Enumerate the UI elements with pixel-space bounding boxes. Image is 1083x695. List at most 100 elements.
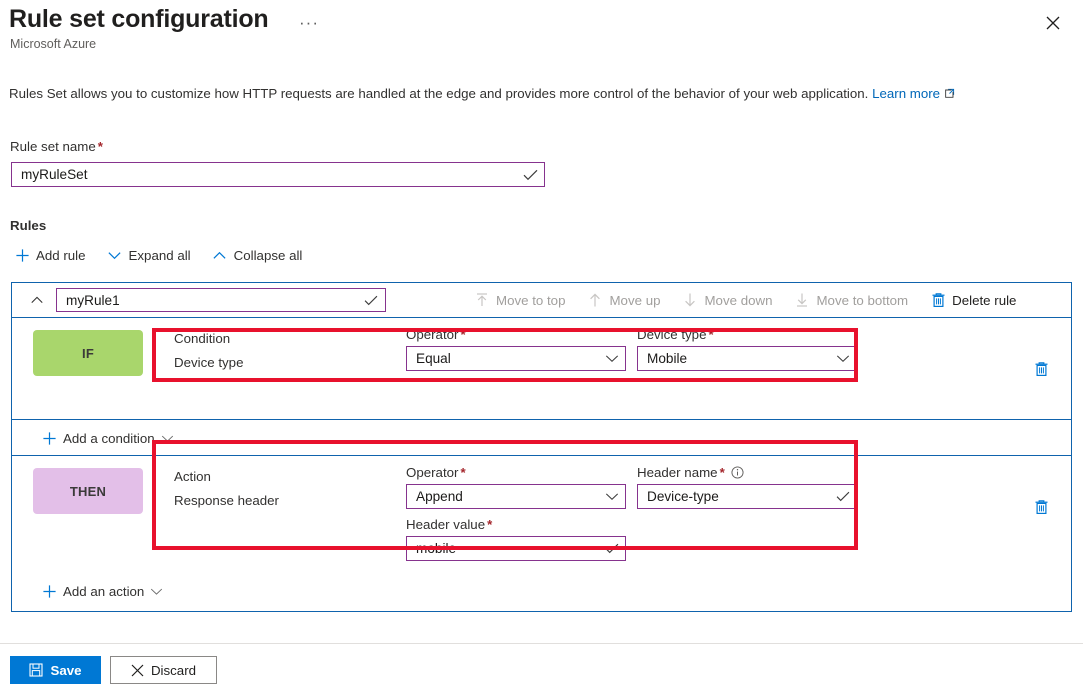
more-options-icon[interactable]: ···: [297, 14, 321, 36]
add-rule-label: Add rule: [36, 248, 86, 263]
rules-command-bar: Add rule Expand all Collapse all: [11, 242, 320, 268]
action-operator-select[interactable]: Append: [406, 484, 626, 509]
action-header-value-field: Header value* mobile: [406, 517, 626, 561]
chevron-up-icon: [209, 249, 231, 262]
required-asterisk: *: [460, 327, 465, 342]
rule-collapse-chevron-up-icon[interactable]: [24, 288, 50, 312]
move-to-top-icon: [472, 292, 492, 308]
condition-operator-select[interactable]: Equal: [406, 346, 626, 371]
action-operator-value: Append: [407, 489, 599, 504]
required-asterisk: *: [487, 517, 492, 532]
condition-row: IF Condition Device type Operator* Equal…: [12, 318, 1071, 420]
move-to-bottom-button[interactable]: Move to bottom: [792, 283, 908, 317]
checkmark-icon: [599, 543, 625, 554]
rule-name-value: myRule1: [57, 293, 357, 308]
chevron-down-icon: [830, 354, 856, 363]
rule-actions-toolbar: Move to top Move up Move down: [472, 283, 1036, 317]
footer-divider: [0, 643, 1083, 644]
action-header-name-label: Header name*: [637, 465, 857, 480]
move-to-top-label: Move to top: [496, 293, 565, 308]
condition-kicker-label: Condition: [174, 331, 230, 346]
delete-condition-button[interactable]: [1030, 358, 1052, 380]
delete-rule-label: Delete rule: [952, 293, 1016, 308]
add-condition-button[interactable]: Add a condition: [38, 425, 174, 451]
chevron-down-icon: [599, 354, 625, 363]
add-action-button[interactable]: Add an action: [38, 578, 163, 604]
page-title: Rule set configuration: [9, 5, 269, 34]
if-badge: IF: [33, 330, 143, 376]
add-condition-label: Add a condition: [63, 431, 155, 446]
then-badge: THEN: [33, 468, 143, 514]
add-action-label: Add an action: [63, 584, 144, 599]
expand-all-button[interactable]: Expand all: [104, 242, 191, 268]
checkmark-icon: [516, 169, 544, 181]
action-header-name-field: Header name* Device-type: [637, 465, 857, 509]
move-to-bottom-label: Move to bottom: [816, 293, 908, 308]
plus-icon: [11, 248, 33, 263]
condition-device-type-label: Device type*: [637, 327, 857, 342]
page-subtitle: Microsoft Azure: [10, 37, 96, 51]
blade-header: Rule set configuration ··· Microsoft Azu…: [0, 0, 1083, 62]
rule-set-name-label-text: Rule set name: [10, 139, 96, 154]
intro-description: Rules Set allows you to customize how HT…: [9, 86, 868, 101]
add-rule-button[interactable]: Add rule: [11, 242, 86, 268]
chevron-down-icon: [161, 434, 174, 443]
action-header-value-input[interactable]: mobile: [406, 536, 626, 561]
chevron-down-icon: [104, 249, 126, 262]
required-asterisk: *: [720, 465, 725, 480]
expand-all-label: Expand all: [129, 248, 191, 263]
save-label: Save: [50, 663, 81, 678]
rule-set-name-label: Rule set name*: [10, 139, 103, 154]
rules-section-label: Rules: [10, 218, 46, 233]
arrow-down-icon: [680, 292, 700, 308]
collapse-all-button[interactable]: Collapse all: [209, 242, 303, 268]
move-down-button[interactable]: Move down: [680, 283, 772, 317]
save-button[interactable]: Save: [10, 656, 101, 684]
close-icon[interactable]: [1037, 8, 1069, 38]
required-asterisk: *: [708, 327, 713, 342]
arrow-up-icon: [585, 292, 605, 308]
delete-action-button[interactable]: [1030, 496, 1052, 518]
move-down-label: Move down: [704, 293, 772, 308]
plus-icon: [38, 584, 60, 599]
collapse-all-label: Collapse all: [234, 248, 303, 263]
rule-name-input[interactable]: myRule1: [56, 288, 386, 312]
action-operator-field: Operator* Append: [406, 465, 626, 509]
condition-operator-value: Equal: [407, 351, 599, 366]
move-to-bottom-icon: [792, 292, 812, 308]
learn-more-link[interactable]: Learn more: [872, 86, 940, 101]
save-disk-icon: [29, 663, 43, 677]
move-up-button[interactable]: Move up: [585, 283, 660, 317]
rule-card: myRule1 Move to top Move up: [11, 282, 1072, 612]
rule-header: myRule1 Move to top Move up: [12, 283, 1071, 318]
rule-set-name-input[interactable]: myRuleSet: [11, 162, 545, 187]
condition-operator-field: Operator* Equal: [406, 327, 626, 371]
action-row: THEN Action Response header Operator* Ap…: [12, 456, 1071, 573]
action-operator-label: Operator*: [406, 465, 626, 480]
rule-set-name-value: myRuleSet: [12, 167, 516, 182]
action-kicker-value: Response header: [174, 493, 279, 508]
required-asterisk: *: [460, 465, 465, 480]
chevron-down-icon: [599, 492, 625, 501]
condition-kicker-value: Device type: [174, 355, 243, 370]
discard-label: Discard: [151, 663, 196, 678]
action-header-value-value: mobile: [407, 541, 599, 556]
checkmark-icon: [357, 295, 385, 306]
chevron-down-icon: [150, 587, 163, 596]
condition-operator-label: Operator*: [406, 327, 626, 342]
action-header-name-input[interactable]: Device-type: [637, 484, 857, 509]
delete-rule-button[interactable]: Delete rule: [928, 283, 1016, 317]
external-link-icon: [944, 87, 955, 102]
checkmark-icon: [830, 491, 856, 502]
plus-icon: [38, 431, 60, 446]
move-up-label: Move up: [609, 293, 660, 308]
add-condition-row: Add a condition: [12, 420, 1071, 456]
condition-device-type-select[interactable]: Mobile: [637, 346, 857, 371]
action-header-value-label: Header value*: [406, 517, 626, 532]
required-asterisk: *: [98, 139, 103, 154]
info-icon[interactable]: [731, 466, 744, 479]
move-to-top-button[interactable]: Move to top: [472, 283, 565, 317]
trash-icon: [928, 292, 948, 308]
discard-button[interactable]: Discard: [110, 656, 217, 684]
intro-text: Rules Set allows you to customize how HT…: [9, 86, 955, 102]
